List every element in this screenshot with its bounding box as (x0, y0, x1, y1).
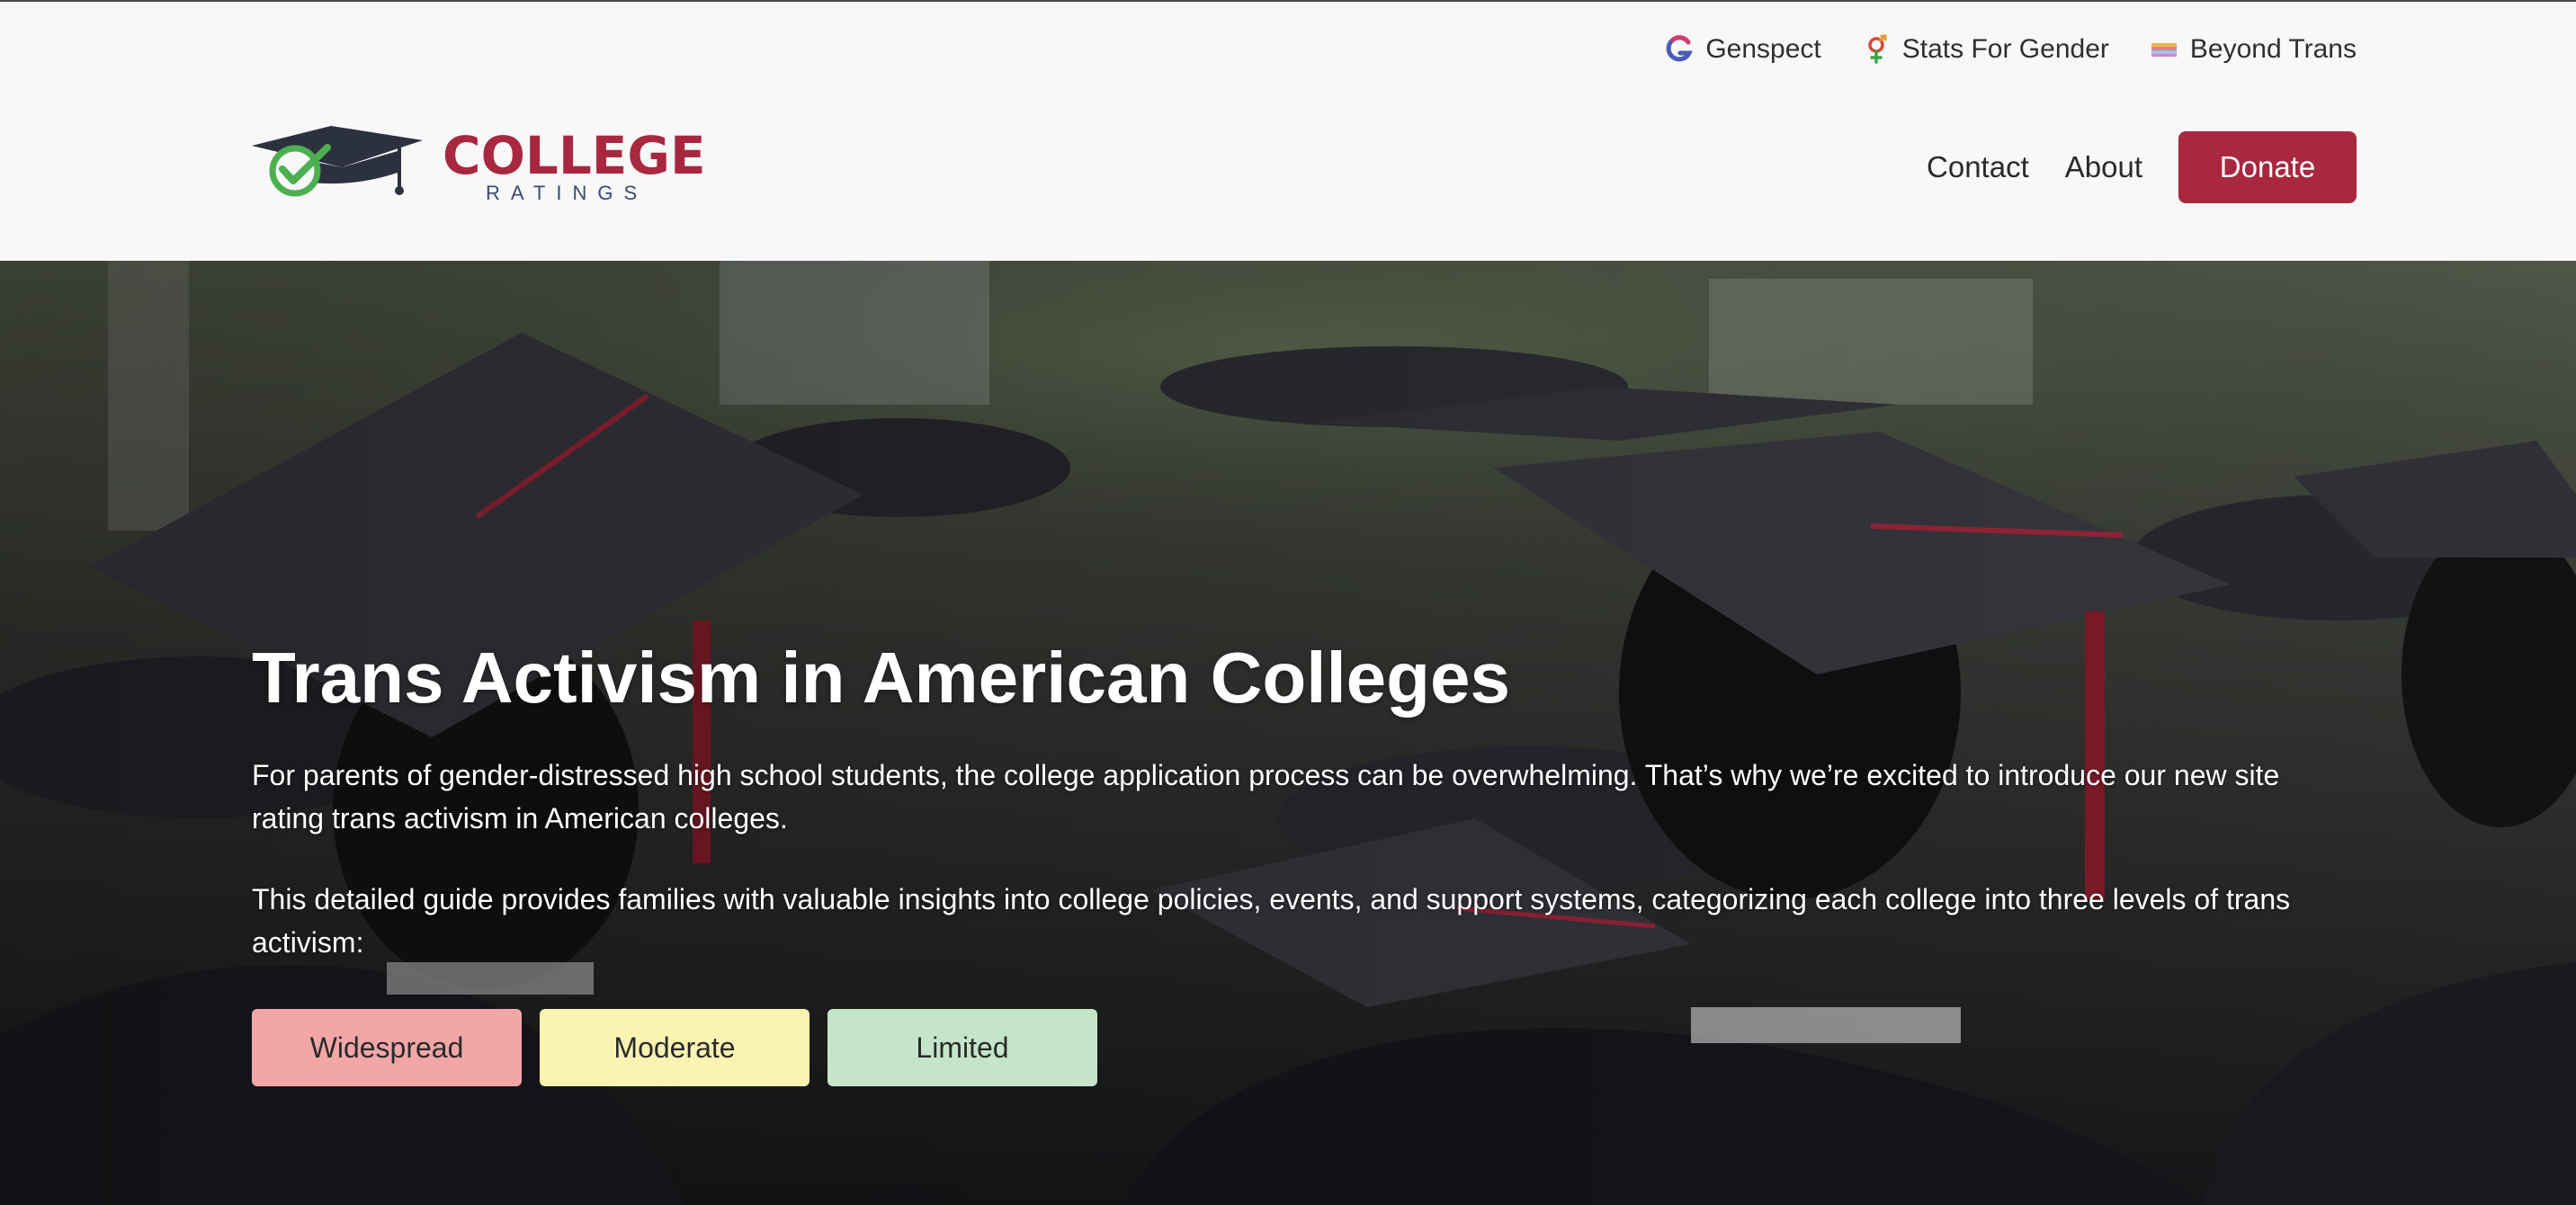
partner-link-beyond-trans[interactable]: Beyond Trans (2149, 34, 2357, 65)
partner-link-label: Genspect (1705, 34, 1821, 64)
genspect-logo-icon (1664, 34, 1695, 65)
nav-contact[interactable]: Contact (1927, 150, 2029, 184)
hero-section: Trans Activism in American Colleges For … (0, 261, 2576, 1205)
site-header: Genspect Stats For Gender Beyond Trans C… (0, 0, 2576, 261)
hero-guide-paragraph: This detailed guide provides families wi… (252, 883, 2291, 959)
partner-link-label: Stats For Gender (1901, 34, 2109, 64)
page-title: Trans Activism in American Colleges (252, 638, 1511, 718)
partner-link-genspect[interactable]: Genspect (1664, 34, 1821, 65)
hero-content: Trans Activism in American Colleges For … (252, 638, 2357, 1086)
logo-title: COLLEGE (443, 124, 706, 186)
nav-about[interactable]: About (2065, 150, 2142, 184)
hero-intro-paragraph: For parents of gender-distressed high sc… (252, 759, 2280, 835)
limited-button[interactable]: Limited (827, 1009, 1097, 1086)
donate-button[interactable]: Donate (2178, 131, 2357, 203)
site-logo[interactable]: COLLEGE RATINGS (252, 126, 706, 206)
beyond-trans-logo-icon (2149, 34, 2179, 65)
stats-for-gender-logo-icon (1861, 34, 1892, 65)
moderate-button[interactable]: Moderate (540, 1009, 809, 1086)
page: Genspect Stats For Gender Beyond Trans C… (0, 0, 2576, 1205)
logo-wordmark: COLLEGE RATINGS (443, 129, 706, 203)
activism-level-buttons: Widespread Moderate Limited (252, 1009, 2357, 1086)
graduation-cap-check-icon (252, 126, 426, 206)
partner-link-label: Beyond Trans (2189, 34, 2357, 64)
partner-links: Genspect Stats For Gender Beyond Trans (1664, 34, 2357, 65)
logo-subtitle: RATINGS (486, 181, 648, 204)
partner-link-stats-for-gender[interactable]: Stats For Gender (1861, 34, 2109, 65)
main-nav: Contact About Donate (1927, 131, 2357, 203)
widespread-button[interactable]: Widespread (252, 1009, 522, 1086)
